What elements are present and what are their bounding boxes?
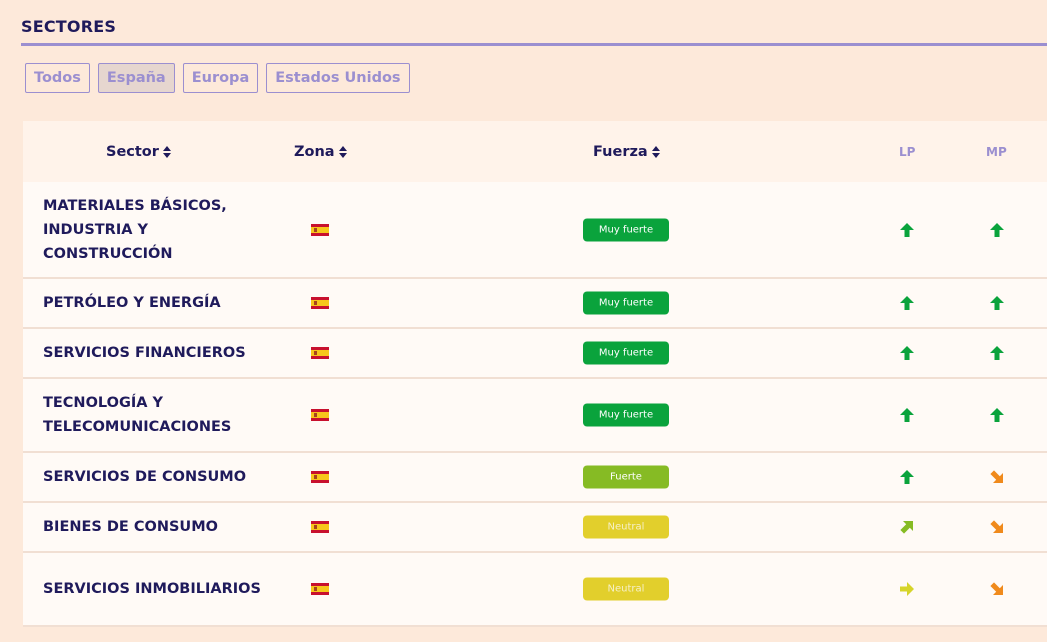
strength-badge: Muy fuerte (583, 403, 669, 427)
strength-badge: Fuerte (583, 465, 669, 489)
section-title: SECTORES (21, 17, 117, 36)
zone-filter-bar: Todos España Europa Estados Unidos (25, 63, 410, 93)
arrow-up-icon (900, 346, 914, 360)
arrow-right-icon (900, 582, 914, 596)
spain-flag-icon (311, 409, 329, 421)
spain-flag-icon (311, 297, 329, 309)
strength-badge: Muy fuerte (583, 341, 669, 365)
arrow-up-icon (900, 222, 914, 237)
strength-badge: Neutral (583, 577, 669, 601)
table-body: MATERIALES BÁSICOS, INDUSTRIA Y CONSTRUC… (23, 182, 1047, 627)
spain-flag-icon (311, 223, 329, 236)
table-row[interactable]: PETRÓLEO Y ENERGÍA Muy fuerte (23, 279, 1047, 329)
sector-name[interactable]: SERVICIOS DE CONSUMO (43, 465, 263, 489)
arrow-up-icon (900, 408, 914, 422)
sort-icon (338, 145, 347, 158)
arrow-up-icon (990, 408, 1004, 422)
filter-estados-unidos-button[interactable]: Estados Unidos (266, 63, 410, 93)
filter-europa-button[interactable]: Europa (182, 63, 259, 93)
sector-name[interactable]: PETRÓLEO Y ENERGÍA (43, 291, 263, 315)
column-header-zona[interactable]: Zona (294, 121, 348, 182)
table-row[interactable]: TECNOLOGÍA Y TELECOMUNICACIONES Muy fuert… (23, 379, 1047, 453)
table-row[interactable]: SERVICIOS DE CONSUMO Fuerte (23, 453, 1047, 503)
table-header: Sector Zona Fuerza LP MP (23, 121, 1047, 182)
sort-icon (651, 145, 660, 158)
arrow-up-icon (900, 470, 914, 484)
column-header-lp: LP (899, 144, 916, 159)
arrow-up-right-icon (900, 521, 913, 534)
filter-espana-button[interactable]: España (97, 63, 175, 93)
spain-flag-icon (311, 471, 329, 483)
column-header-mp: MP (986, 144, 1007, 159)
sector-name[interactable]: MATERIALES BÁSICOS, INDUSTRIA Y CONSTRUC… (43, 194, 263, 266)
arrow-up-icon (990, 222, 1004, 237)
arrow-up-icon (990, 296, 1004, 310)
sector-name[interactable]: BIENES DE CONSUMO (43, 515, 263, 539)
sector-name[interactable]: SERVICIOS INMOBILIARIOS (43, 577, 263, 601)
table-row[interactable]: SERVICIOS INMOBILIARIOS Neutral (23, 553, 1047, 627)
column-header-fuerza[interactable]: Fuerza (593, 121, 661, 182)
spain-flag-icon (311, 521, 329, 533)
arrow-up-icon (900, 296, 914, 310)
sort-icon (162, 145, 171, 158)
table-row[interactable]: MATERIALES BÁSICOS, INDUSTRIA Y CONSTRUC… (23, 182, 1047, 279)
column-header-zona-label: Zona (294, 143, 335, 160)
sector-name[interactable]: TECNOLOGÍA Y TELECOMUNICACIONES (43, 391, 263, 439)
column-header-fuerza-label: Fuerza (593, 143, 648, 160)
arrow-up-icon (990, 346, 1004, 360)
strength-badge: Neutral (583, 515, 669, 539)
table-row[interactable]: BIENES DE CONSUMO Neutral (23, 503, 1047, 553)
strength-badge: Muy fuerte (583, 291, 669, 315)
spain-flag-icon (311, 583, 329, 595)
column-header-sector-label: Sector (106, 143, 159, 160)
spain-flag-icon (311, 347, 329, 359)
arrow-down-right-icon (990, 520, 1003, 533)
column-header-sector[interactable]: Sector (106, 121, 172, 182)
sectors-table: Sector Zona Fuerza LP MP MATERIALES BÁSI… (23, 121, 1047, 627)
sector-name[interactable]: SERVICIOS FINANCIEROS (43, 341, 263, 365)
table-row[interactable]: SERVICIOS FINANCIEROS Muy fuerte (23, 329, 1047, 379)
title-divider (21, 43, 1047, 46)
strength-badge: Muy fuerte (583, 218, 669, 241)
arrow-down-right-icon (990, 582, 1003, 595)
filter-todos-button[interactable]: Todos (25, 63, 90, 93)
arrow-down-right-icon (990, 470, 1003, 483)
